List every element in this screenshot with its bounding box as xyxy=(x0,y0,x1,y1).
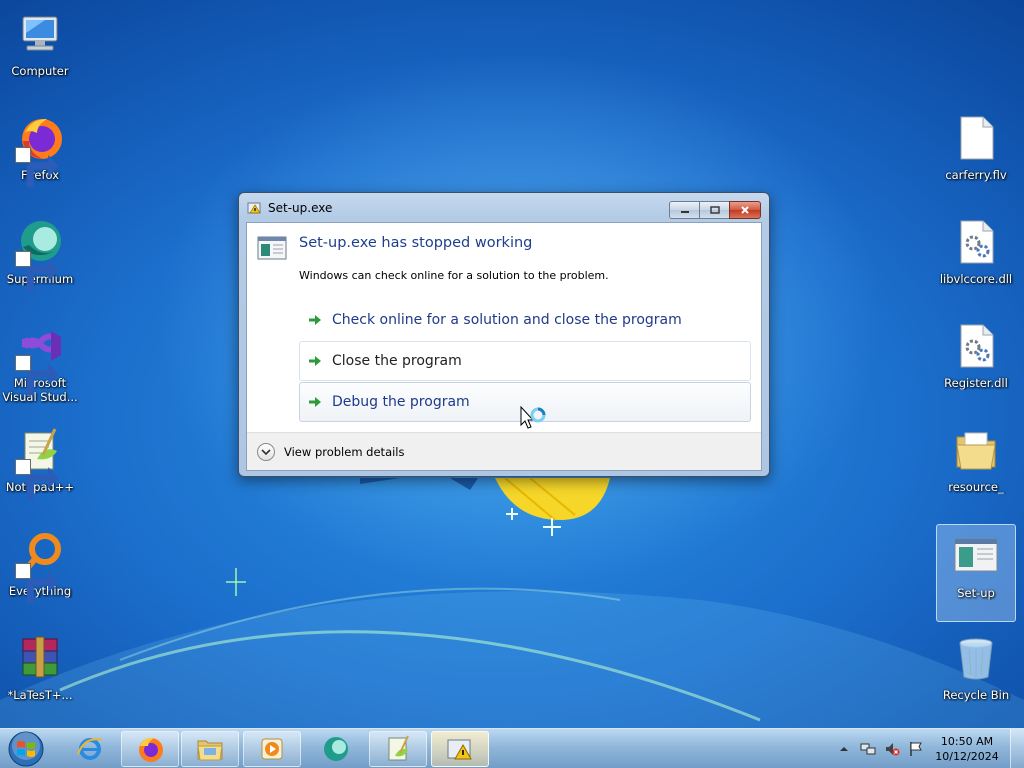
flag-icon xyxy=(910,742,922,756)
desktop-icon-computer[interactable]: Computer xyxy=(0,2,80,100)
app-error-icon xyxy=(247,202,261,214)
desktop-icon-carferry-flv[interactable]: carferry.flv xyxy=(936,106,1016,204)
taskbar-clock[interactable]: 10:50 AM 10/12/2024 xyxy=(928,734,1006,764)
taskbar-setup-error[interactable] xyxy=(431,731,489,767)
show-hidden-icons-button[interactable] xyxy=(835,740,853,758)
program-window-icon xyxy=(257,236,287,260)
action-center-tray-button[interactable] xyxy=(907,740,925,758)
desktop-icon-label: Register.dll xyxy=(944,376,1008,390)
dialog-footer: View problem details xyxy=(247,432,761,470)
internet-explorer-icon xyxy=(77,738,103,760)
desktop: Computer Firefox Supermium Microsoft Vis… xyxy=(0,0,1024,728)
dialog-content: Set-up.exe has stopped working Windows c… xyxy=(246,222,762,471)
desktop-icon-resource-folder[interactable]: resource_ xyxy=(936,418,1016,516)
desktop-icon-supermium[interactable]: Supermium xyxy=(0,210,80,308)
setup-exe-icon xyxy=(954,538,998,572)
winrar-icon xyxy=(22,636,58,678)
close-icon xyxy=(741,206,749,214)
shortcut-arrow-icon xyxy=(15,563,59,604)
window-controls xyxy=(669,201,761,219)
close-button[interactable] xyxy=(729,201,761,219)
taskbar-supermium[interactable] xyxy=(307,731,365,767)
desktop-icon-label: Set-up xyxy=(957,586,995,600)
desktop-icon-firefox[interactable]: Firefox xyxy=(0,106,80,204)
expand-details-button[interactable] xyxy=(257,442,275,461)
desktop-icon-visual-studio[interactable]: Microsoft Visual Stud... xyxy=(0,314,80,412)
busy-cursor-icon xyxy=(520,406,546,429)
maximize-button[interactable] xyxy=(699,201,729,219)
option-label: Close the program xyxy=(332,353,462,369)
supermium-icon xyxy=(324,737,348,761)
system-tray: 10:50 AM 10/12/2024 xyxy=(832,729,1024,768)
shortcut-arrow-icon xyxy=(15,355,59,396)
chevron-up-icon xyxy=(840,747,848,751)
maximize-icon xyxy=(709,206,720,214)
dll-file-icon xyxy=(960,220,994,264)
desktop-icon-label: *LaTesT+... xyxy=(7,688,73,702)
notepad-plus-plus-icon xyxy=(388,735,409,761)
firefox-icon xyxy=(139,737,163,762)
computer-icon xyxy=(22,16,58,51)
close-program-option[interactable]: Close the program xyxy=(299,341,751,381)
check-online-option[interactable]: Check online for a solution and close th… xyxy=(299,300,751,340)
file-icon xyxy=(960,116,994,160)
recycle-bin-icon xyxy=(959,638,993,680)
start-button[interactable] xyxy=(6,730,46,768)
clock-date: 10/12/2024 xyxy=(935,750,999,763)
green-arrow-icon xyxy=(309,356,321,366)
dialog-description: Windows can check online for a solution … xyxy=(299,269,609,282)
desktop-icon-libvlccore-dll[interactable]: libvlccore.dll xyxy=(936,210,1016,308)
minimize-button[interactable] xyxy=(669,201,699,219)
desktop-icon-notepad-plus-plus[interactable]: Notepad++ xyxy=(0,418,80,516)
desktop-icon-everything[interactable]: Everything xyxy=(0,522,80,620)
volume-muted-icon xyxy=(886,743,900,756)
taskbar: 10:50 AM 10/12/2024 xyxy=(0,728,1024,768)
taskbar-firefox[interactable] xyxy=(121,731,179,767)
desktop-icon-winrar-archive[interactable]: *LaTesT+... xyxy=(0,626,80,724)
view-problem-details-link[interactable]: View problem details xyxy=(284,445,405,459)
minimize-icon xyxy=(680,211,689,213)
error-dialog: Set-up.exe Set-up.exe has stopped workin… xyxy=(238,192,770,477)
dialog-title: Set-up.exe xyxy=(268,201,333,215)
chevron-down-icon xyxy=(261,448,271,455)
desktop-icon-label: Recycle Bin xyxy=(942,688,1010,702)
shortcut-arrow-icon xyxy=(15,251,59,292)
desktop-icon-register-dll[interactable]: Register.dll xyxy=(936,314,1016,412)
desktop-icon-label: libvlccore.dll xyxy=(939,272,1013,286)
network-icon xyxy=(860,743,876,755)
green-arrow-icon xyxy=(309,315,321,325)
taskbar-media-player[interactable] xyxy=(243,731,301,767)
clock-time: 10:50 AM xyxy=(940,735,994,748)
desktop-icon-label: carferry.flv xyxy=(945,168,1007,182)
option-label: Debug the program xyxy=(332,394,470,410)
show-desktop-button[interactable] xyxy=(1010,729,1024,768)
desktop-icon-set-up[interactable]: Set-up xyxy=(936,524,1016,622)
green-arrow-icon xyxy=(309,397,321,407)
folder-icon xyxy=(197,740,223,761)
app-error-icon xyxy=(447,739,472,760)
dialog-heading: Set-up.exe has stopped working xyxy=(299,235,533,251)
option-label: Check online for a solution and close th… xyxy=(332,312,682,328)
network-tray-button[interactable] xyxy=(859,740,877,758)
taskbar-notepad-plus-plus[interactable] xyxy=(369,731,427,767)
folder-icon xyxy=(956,432,996,470)
dll-file-icon xyxy=(960,324,994,368)
taskbar-file-explorer[interactable] xyxy=(181,731,239,767)
desktop-icon-recycle-bin[interactable]: Recycle Bin xyxy=(936,626,1016,724)
volume-tray-button[interactable] xyxy=(883,740,901,758)
shortcut-arrow-icon xyxy=(15,147,59,188)
desktop-icon-label: Computer xyxy=(11,64,69,78)
taskbar-internet-explorer[interactable] xyxy=(61,731,119,767)
desktop-icon-label: resource_ xyxy=(948,480,1004,494)
media-player-icon xyxy=(261,738,283,760)
shortcut-arrow-icon xyxy=(15,459,59,500)
